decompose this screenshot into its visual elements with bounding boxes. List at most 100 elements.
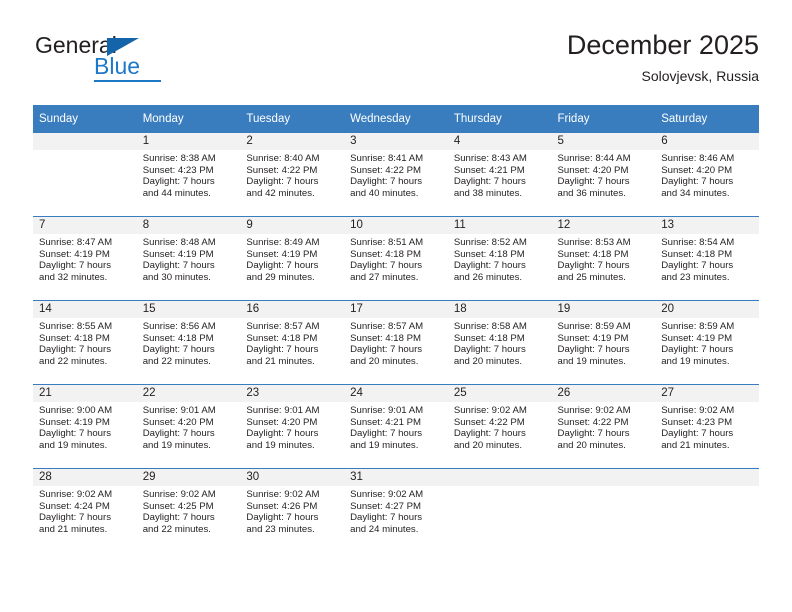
calendar-day-cell[interactable]: 4 Sunrise: 8:43 AM Sunset: 4:21 PM Daylight… [447, 133, 552, 217]
calendar-day-cell[interactable]: 26 Sunrise: 9:02 AM Sunset: 4:22 PM Dayligh… [551, 384, 656, 469]
calendar-day-cell[interactable]: 27 Sunrise: 9:02 AM Sunset: 4:23 PM Dayligh… [655, 384, 759, 469]
calendar-day-cell[interactable]: 2 Sunrise: 8:40 AM Sunset: 4:22 PM Daylight… [240, 133, 345, 217]
daylight-text-line1: Daylight: 7 hours [246, 512, 319, 524]
sunrise-text: Sunrise: 9:01 AM [246, 405, 320, 416]
calendar-day-cell-empty [655, 468, 759, 552]
day-cell-inner: 17 Sunrise: 8:57 AM Sunset: 4:18 PM Dayligh… [344, 301, 448, 384]
day-number: 15 [136, 301, 241, 318]
day-details: Sunrise: 8:57 AM Sunset: 4:18 PM Daylight:… [344, 318, 448, 367]
day-details: Sunrise: 8:46 AM Sunset: 4:20 PM Daylight:… [655, 150, 759, 199]
calendar-day-cell[interactable]: 13 Sunrise: 8:54 AM Sunset: 4:18 PM Dayligh… [655, 216, 759, 301]
calendar-day-cell[interactable]: 18 Sunrise: 8:58 AM Sunset: 4:18 PM Dayligh… [447, 300, 552, 385]
daylight-text-line1: Daylight: 7 hours [453, 428, 526, 440]
weekday-header-friday: Friday [551, 105, 656, 133]
calendar-day-cell[interactable]: 14 Sunrise: 8:55 AM Sunset: 4:18 PM Dayligh… [33, 300, 137, 385]
sunrise-text: Sunrise: 8:46 AM [661, 153, 735, 164]
day-details: Sunrise: 8:51 AM Sunset: 4:18 PM Daylight:… [344, 234, 448, 283]
sunrise-text: Sunrise: 9:02 AM [661, 405, 735, 416]
day-details: Sunrise: 8:40 AM Sunset: 4:22 PM Daylight:… [240, 150, 344, 199]
day-number [447, 469, 552, 486]
daylight-text-line2: and 19 minutes. [246, 439, 315, 451]
day-number: 8 [136, 217, 241, 234]
day-details: Sunrise: 9:02 AM Sunset: 4:27 PM Daylight:… [344, 486, 448, 535]
day-number: 11 [447, 217, 552, 234]
day-number [551, 469, 656, 486]
calendar-day-cell[interactable]: 20 Sunrise: 8:59 AM Sunset: 4:19 PM Dayligh… [655, 300, 759, 385]
day-details: Sunrise: 8:55 AM Sunset: 4:18 PM Daylight:… [33, 318, 137, 367]
calendar-day-cell[interactable]: 9 Sunrise: 8:49 AM Sunset: 4:19 PM Daylight… [240, 216, 345, 301]
daylight-text-line1: Daylight: 7 hours [246, 260, 319, 272]
sunrise-text: Sunrise: 8:38 AM [142, 153, 216, 164]
calendar-day-cell[interactable]: 29 Sunrise: 9:02 AM Sunset: 4:25 PM Dayligh… [136, 468, 241, 552]
daylight-text-line1: Daylight: 7 hours [350, 428, 423, 440]
calendar-day-cell[interactable]: 16 Sunrise: 8:57 AM Sunset: 4:18 PM Dayligh… [240, 300, 345, 385]
daylight-text-line1: Daylight: 7 hours [557, 344, 630, 356]
sunrise-text: Sunrise: 8:48 AM [142, 237, 216, 248]
sunrise-text: Sunrise: 8:47 AM [39, 237, 113, 248]
sunset-text: Sunset: 4:22 PM [557, 416, 629, 428]
day-number: 21 [33, 385, 137, 402]
calendar-day-cell[interactable]: 30 Sunrise: 9:02 AM Sunset: 4:26 PM Dayligh… [240, 468, 345, 552]
sunrise-text: Sunrise: 9:02 AM [557, 405, 631, 416]
calendar-header-row: Sunday Monday Tuesday Wednesday Thursday Frid… [33, 105, 759, 133]
calendar-day-cell[interactable]: 8 Sunrise: 8:48 AM Sunset: 4:19 PM Daylight… [136, 216, 241, 301]
daylight-text-line2: and 22 minutes. [39, 355, 108, 367]
day-cell-inner: 16 Sunrise: 8:57 AM Sunset: 4:18 PM Dayligh… [240, 301, 345, 384]
calendar-day-cell[interactable]: 28 Sunrise: 9:02 AM Sunset: 4:24 PM Dayligh… [33, 468, 137, 552]
calendar-day-cell[interactable]: 19 Sunrise: 8:59 AM Sunset: 4:19 PM Dayligh… [551, 300, 656, 385]
sunset-text: Sunset: 4:19 PM [39, 248, 110, 260]
calendar-day-cell[interactable]: 7 Sunrise: 8:47 AM Sunset: 4:19 PM Daylight… [33, 216, 137, 301]
sunset-text: Sunset: 4:18 PM [453, 332, 525, 344]
calendar-day-cell[interactable]: 31 Sunrise: 9:02 AM Sunset: 4:27 PM Dayligh… [344, 468, 448, 552]
sunrise-text: Sunrise: 8:53 AM [557, 237, 631, 248]
calendar-day-cell[interactable]: 21 Sunrise: 9:00 AM Sunset: 4:19 PM Dayligh… [33, 384, 137, 469]
calendar-day-cell[interactable]: 5 Sunrise: 8:44 AM Sunset: 4:20 PM Daylight… [551, 133, 656, 217]
daylight-text-line2: and 19 minutes. [661, 355, 730, 367]
day-details: Sunrise: 8:48 AM Sunset: 4:19 PM Daylight:… [137, 234, 241, 283]
calendar-day-cell[interactable]: 17 Sunrise: 8:57 AM Sunset: 4:18 PM Dayligh… [344, 300, 448, 385]
calendar-day-cell[interactable]: 22 Sunrise: 9:01 AM Sunset: 4:20 PM Dayligh… [136, 384, 241, 469]
calendar-day-cell[interactable]: 6 Sunrise: 8:46 AM Sunset: 4:20 PM Daylight… [655, 133, 759, 217]
page-title: December 2025 [566, 30, 759, 60]
calendar-day-cell-empty [551, 468, 656, 552]
sunset-text: Sunset: 4:19 PM [246, 248, 318, 260]
calendar-day-cell[interactable]: 12 Sunrise: 8:53 AM Sunset: 4:18 PM Dayligh… [551, 216, 656, 301]
calendar-day-cell[interactable]: 1 Sunrise: 8:38 AM Sunset: 4:23 PM Daylight… [136, 133, 241, 217]
sunrise-text: Sunrise: 8:57 AM [246, 321, 320, 332]
weekday-header-tuesday: Tuesday [240, 105, 345, 133]
brand-logo[interactable]: General Blue [33, 32, 233, 94]
day-details: Sunrise: 8:49 AM Sunset: 4:19 PM Daylight:… [240, 234, 344, 283]
calendar-table: Sunday Monday Tuesday Wednesday Thursday Frid… [33, 105, 759, 552]
day-cell-inner: 14 Sunrise: 8:55 AM Sunset: 4:18 PM Dayligh… [33, 301, 137, 384]
calendar-day-cell[interactable]: 24 Sunrise: 9:01 AM Sunset: 4:21 PM Dayligh… [344, 384, 448, 469]
calendar-day-cell[interactable]: 25 Sunrise: 9:02 AM Sunset: 4:22 PM Dayligh… [447, 384, 552, 469]
sunset-text: Sunset: 4:22 PM [350, 164, 422, 176]
calendar-day-cell[interactable]: 23 Sunrise: 9:01 AM Sunset: 4:20 PM Dayligh… [240, 384, 345, 469]
daylight-text-line2: and 22 minutes. [142, 355, 211, 367]
calendar-day-cell[interactable]: 15 Sunrise: 8:56 AM Sunset: 4:18 PM Dayligh… [136, 300, 241, 385]
day-cell-inner: 31 Sunrise: 9:02 AM Sunset: 4:27 PM Dayligh… [344, 469, 448, 552]
calendar-day-cell[interactable]: 10 Sunrise: 8:51 AM Sunset: 4:18 PM Dayligh… [344, 216, 448, 301]
daylight-text-line2: and 20 minutes. [453, 439, 523, 451]
daylight-text-line2: and 44 minutes. [142, 187, 211, 199]
day-details: Sunrise: 9:01 AM Sunset: 4:21 PM Daylight:… [344, 402, 448, 451]
daylight-text-line1: Daylight: 7 hours [246, 176, 319, 188]
day-number: 19 [551, 301, 656, 318]
daylight-text-line1: Daylight: 7 hours [350, 512, 423, 524]
day-cell-inner: 3 Sunrise: 8:41 AM Sunset: 4:22 PM Daylight… [344, 133, 448, 216]
calendar-body: 1 Sunrise: 8:38 AM Sunset: 4:23 PM Daylight… [33, 133, 759, 552]
sunset-text: Sunset: 4:18 PM [246, 332, 318, 344]
day-number: 27 [655, 385, 759, 402]
day-cell-inner: 26 Sunrise: 9:02 AM Sunset: 4:22 PM Dayligh… [551, 385, 656, 468]
daylight-text-line1: Daylight: 7 hours [557, 428, 630, 440]
calendar-week-row: 14 Sunrise: 8:55 AM Sunset: 4:18 PM Dayligh… [33, 300, 759, 385]
daylight-text-line2: and 23 minutes. [661, 271, 730, 283]
daylight-text-line2: and 22 minutes. [142, 523, 211, 535]
calendar-day-cell[interactable]: 11 Sunrise: 8:52 AM Sunset: 4:18 PM Dayligh… [447, 216, 552, 301]
daylight-text-line2: and 20 minutes. [557, 439, 626, 451]
sunrise-text: Sunrise: 9:02 AM [350, 489, 424, 500]
day-number: 16 [240, 301, 345, 318]
sunrise-text: Sunrise: 9:00 AM [39, 405, 113, 416]
calendar-day-cell[interactable]: 3 Sunrise: 8:41 AM Sunset: 4:22 PM Daylight… [344, 133, 448, 217]
sunrise-text: Sunrise: 9:02 AM [39, 489, 113, 500]
